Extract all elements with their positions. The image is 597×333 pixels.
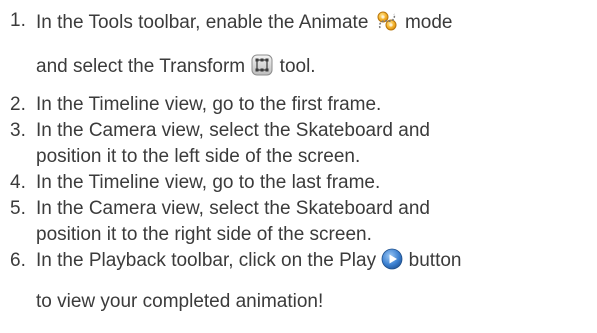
step-number: 5.: [10, 198, 26, 219]
step-line: to view your completed animation!: [36, 291, 324, 313]
step-number: 2.: [10, 94, 26, 115]
step-text-segment: button: [408, 250, 462, 272]
step-line: In the Camera view, select the Skateboar…: [36, 198, 430, 219]
step-line: and select the Transform tool.: [36, 53, 592, 79]
step-text: In the Camera view, select the Skateboar…: [36, 120, 592, 168]
step-line: In the Playback toolbar, click on the Pl…: [36, 248, 592, 272]
step-line: In the Timeline view, go to the first fr…: [36, 94, 382, 115]
step-line: In the Timeline view, go to the last fra…: [36, 172, 381, 193]
step-text: In the Timeline view, go to the first fr…: [36, 94, 592, 116]
step-text-segment: In the Playback toolbar, click on the Pl…: [36, 250, 377, 272]
step-text-segment: tool.: [279, 56, 316, 78]
step-text-segment: In the Tools toolbar, enable the Animate: [36, 12, 369, 34]
step-text: In the Timeline view, go to the last fra…: [36, 172, 592, 194]
step-text: In the Camera view, select the Skateboar…: [36, 198, 592, 246]
transform-tool-icon: [250, 53, 274, 77]
step-text: In the Tools toolbar, enable the Animate: [36, 10, 592, 79]
step-text: In the Playback toolbar, click on the Pl…: [36, 248, 592, 313]
step-text-segment: mode: [404, 12, 453, 34]
step-number: 3.: [10, 120, 26, 141]
step-line: position it to the left side of the scre…: [36, 146, 361, 167]
step-number: 4.: [10, 172, 26, 193]
step-text-segment: and select the Transform: [36, 56, 246, 78]
step-line: In the Camera view, select the Skateboar…: [36, 120, 430, 141]
step-number: 1.: [10, 10, 26, 31]
play-button-icon: [381, 248, 403, 270]
step-number: 6.: [10, 250, 26, 271]
step-line: position it to the right side of the scr…: [36, 224, 372, 245]
step-line: In the Tools toolbar, enable the Animate: [36, 10, 592, 36]
animate-mode-icon: [374, 8, 400, 34]
